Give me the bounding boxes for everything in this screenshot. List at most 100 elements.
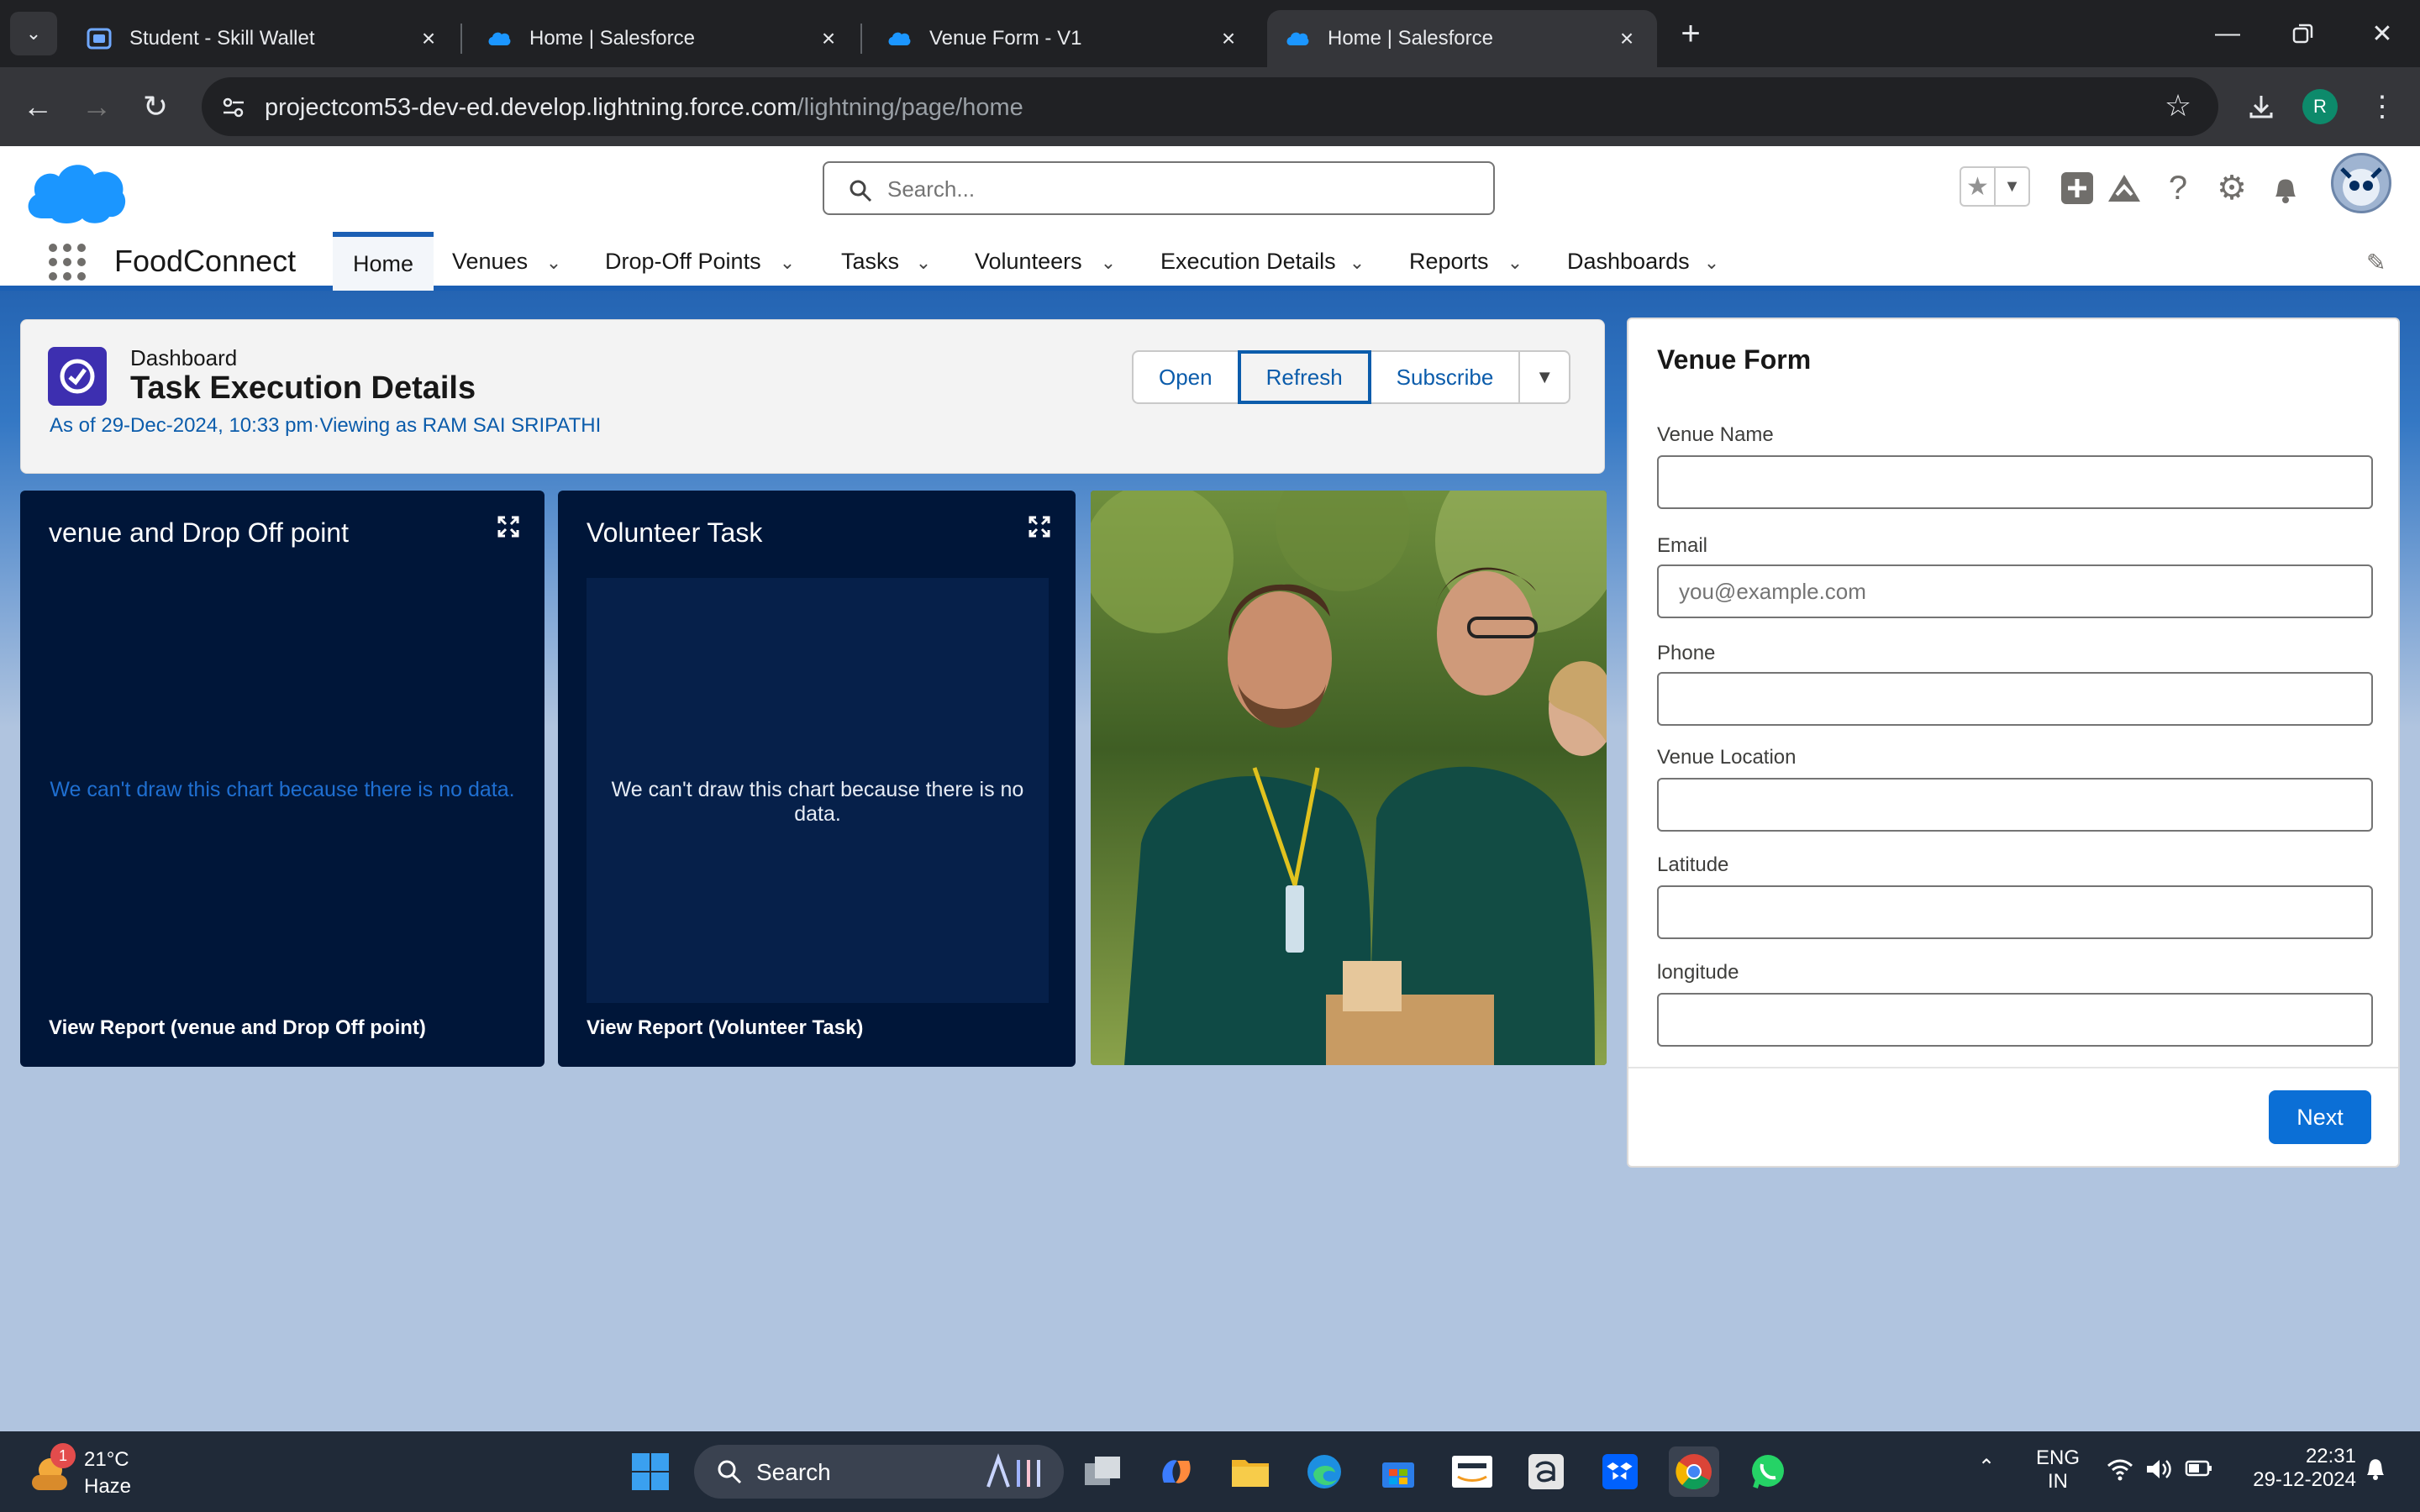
close-icon[interactable]: × (1215, 25, 1242, 52)
edit-nav-pencil-icon[interactable]: ✎ (2366, 249, 2393, 276)
subscribe-button[interactable]: Subscribe (1369, 350, 1521, 404)
expand-icon[interactable] (497, 516, 521, 539)
nav-tab-venues[interactable]: Venues (452, 232, 528, 291)
chevron-down-icon[interactable]: ⌄ (1344, 250, 1370, 276)
battery-icon[interactable] (2185, 1458, 2213, 1484)
nav-tab-tasks[interactable]: Tasks (841, 232, 899, 291)
nav-tab-reports[interactable]: Reports (1409, 232, 1489, 291)
app-launcher-icon[interactable] (49, 244, 86, 281)
latitude-field[interactable] (1657, 885, 2373, 939)
dashboard-icon (48, 347, 107, 406)
tab-search-button[interactable]: ⌄ (10, 12, 57, 55)
reload-button[interactable]: ↻ (134, 86, 176, 128)
wifi-icon[interactable] (2106, 1457, 2134, 1488)
dropbox-icon[interactable] (1595, 1446, 1645, 1497)
volume-icon[interactable] (2144, 1457, 2173, 1488)
weather-widget[interactable]: 1 21°C Haze (25, 1443, 160, 1502)
browser-tab[interactable]: Venue Form - V1 × (869, 10, 1259, 67)
browser-tab[interactable]: Home | Salesforce × (469, 10, 859, 67)
volunteers-photo (1091, 491, 1607, 1065)
latitude-label: Latitude (1657, 853, 1729, 876)
global-search-box[interactable] (823, 161, 1495, 215)
close-window-button[interactable]: ✕ (2344, 8, 2420, 59)
amazon-shopping-icon[interactable] (1521, 1446, 1571, 1497)
global-search-input[interactable] (887, 173, 1476, 205)
nav-tab-home[interactable]: Home (333, 232, 434, 291)
favorites-dropdown-icon[interactable]: ▼ (1994, 168, 2028, 205)
expand-icon[interactable] (1028, 516, 1052, 539)
help-icon[interactable]: ? (2156, 166, 2200, 210)
task-view-icon[interactable] (1077, 1446, 1128, 1497)
browser-tab-active[interactable]: Home | Salesforce × (1267, 10, 1657, 67)
minimize-button[interactable]: — (2190, 8, 2265, 59)
venue-location-field[interactable] (1657, 778, 2373, 832)
favorites-button-group[interactable]: ★ ▼ (1960, 166, 2030, 207)
email-field[interactable] (1657, 564, 2373, 618)
show-hidden-icons-icon[interactable]: ⌃ (1978, 1455, 1995, 1479)
download-icon[interactable] (2240, 86, 2282, 128)
clock[interactable]: 22:31 29-12-2024 (2238, 1445, 2356, 1492)
url-text: projectcom53-dev-ed.develop.lightning.fo… (265, 94, 1023, 122)
restore-button[interactable] (2265, 8, 2341, 59)
nav-tab-volunteers[interactable]: Volunteers (975, 232, 1082, 291)
close-icon[interactable]: × (415, 25, 442, 52)
nav-tab-execution-details[interactable]: Execution Details (1160, 232, 1336, 291)
venue-name-field[interactable] (1657, 455, 2373, 509)
longitude-field[interactable] (1657, 993, 2373, 1047)
chevron-down-icon[interactable]: ⌄ (541, 250, 566, 276)
clock-time: 22:31 (2305, 1445, 2356, 1467)
view-report-link[interactable]: View Report (Volunteer Task) (587, 1016, 863, 1040)
chevron-down-icon[interactable]: ⌄ (775, 250, 800, 276)
notification-bell-icon[interactable] (2363, 1455, 2388, 1488)
notification-bell-icon[interactable] (2264, 166, 2307, 210)
nav-tab-drop-off-points[interactable]: Drop-Off Points (605, 232, 761, 291)
nav-tab-label: Reports (1409, 248, 1489, 274)
salesforce-favicon-icon (888, 32, 911, 45)
site-info-icon[interactable] (217, 91, 250, 124)
gear-icon[interactable]: ⚙ (2210, 166, 2254, 210)
favorites-star-icon[interactable]: ★ (1961, 168, 1994, 205)
open-button[interactable]: Open (1132, 350, 1239, 404)
chevron-down-icon[interactable]: ⌄ (1502, 250, 1528, 276)
salesforce-logo-icon[interactable] (24, 155, 128, 227)
copilot-icon[interactable] (1151, 1446, 1202, 1497)
new-tab-button[interactable]: + (1672, 13, 1709, 54)
component-title: venue and Drop Off point (49, 517, 349, 548)
nav-tab-label: Volunteers (975, 248, 1082, 274)
amazon-app-icon[interactable] (1447, 1446, 1497, 1497)
phone-field[interactable] (1657, 672, 2373, 726)
windows-start-icon[interactable] (625, 1446, 676, 1497)
more-actions-button[interactable]: ▼ (1518, 350, 1571, 404)
close-icon[interactable]: × (815, 25, 842, 52)
chrome-icon[interactable] (1669, 1446, 1719, 1497)
longitude-label: longitude (1657, 961, 1739, 984)
nav-tab-dashboards[interactable]: Dashboards (1567, 232, 1690, 291)
view-report-link[interactable]: View Report (venue and Drop Off point) (49, 1016, 426, 1040)
chevron-down-icon[interactable]: ⌄ (1096, 250, 1121, 276)
edge-browser-icon[interactable] (1299, 1446, 1349, 1497)
language-indicator[interactable]: ENG IN (2028, 1446, 2087, 1494)
whatsapp-icon[interactable] (1743, 1446, 1793, 1497)
back-button[interactable]: ← (17, 86, 59, 128)
trailhead-guidance-icon[interactable] (2102, 166, 2146, 210)
browser-tab[interactable]: Student - Skill Wallet × (69, 10, 459, 67)
browser-menu-icon[interactable]: ⋮ (2361, 86, 2403, 128)
taskbar-search-label: Search (756, 1459, 831, 1485)
address-bar[interactable]: projectcom53-dev-ed.develop.lightning.fo… (202, 77, 2218, 136)
refresh-button[interactable]: Refresh (1237, 350, 1371, 404)
user-avatar[interactable] (2331, 153, 2391, 213)
next-button[interactable]: Next (2269, 1090, 2371, 1144)
forward-button[interactable]: → (76, 86, 118, 128)
url-domain: projectcom53-dev-ed.develop.lightning.fo… (265, 94, 797, 121)
file-explorer-icon[interactable] (1225, 1446, 1276, 1497)
global-actions-icon[interactable] (2055, 166, 2099, 210)
chevron-down-icon[interactable]: ⌄ (1699, 250, 1724, 276)
profile-button[interactable]: R (2299, 86, 2341, 128)
dashboard-type-label: Dashboard (130, 345, 238, 370)
microsoft-store-icon[interactable] (1373, 1446, 1423, 1497)
close-icon[interactable]: × (1613, 25, 1640, 52)
bookmark-star-icon[interactable]: ☆ (2161, 88, 2195, 123)
tab-divider (860, 24, 862, 54)
chevron-down-icon[interactable]: ⌄ (911, 250, 936, 276)
taskbar-search[interactable]: Search (694, 1445, 1064, 1499)
